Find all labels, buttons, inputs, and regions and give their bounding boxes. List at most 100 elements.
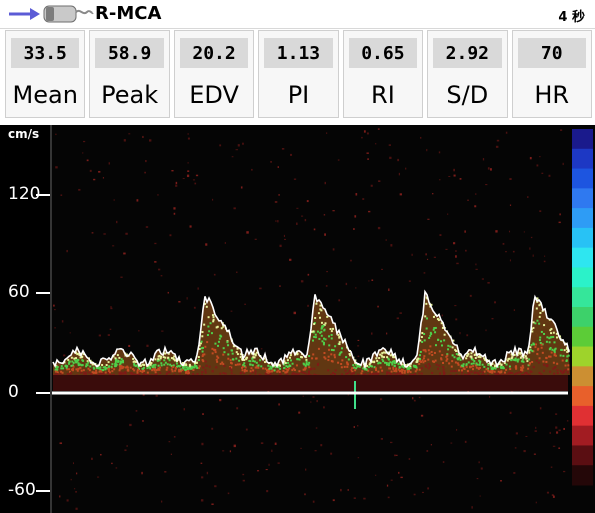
spectral-speck — [446, 358, 449, 361]
noise-speck — [505, 251, 507, 253]
noise-speck — [86, 159, 89, 162]
spectral-speck — [423, 339, 426, 342]
spectral-speck — [451, 354, 454, 357]
spectral-speck — [115, 363, 118, 366]
spectral-speck — [508, 357, 511, 360]
noise-speck — [366, 132, 369, 135]
spectral-speck — [226, 341, 229, 344]
noise-speck — [509, 259, 511, 262]
spectral-speck — [423, 355, 426, 358]
spectral-speck — [340, 362, 343, 365]
spectral-speck — [440, 344, 443, 347]
noise-speck — [201, 476, 204, 479]
spectral-speck — [418, 354, 421, 357]
spectral-speck — [171, 370, 174, 373]
spectral-speck — [419, 359, 422, 362]
spectral-speck — [536, 352, 539, 355]
spectral-speck — [531, 360, 534, 363]
spectral-speck — [332, 349, 335, 352]
spectral-speck — [483, 357, 486, 360]
noise-speck — [352, 228, 355, 230]
noise-speck — [487, 282, 490, 284]
spectral-speck — [532, 321, 535, 324]
spectral-speck — [477, 367, 480, 370]
spectral-speck — [259, 359, 262, 362]
noise-speck — [412, 397, 414, 400]
spectral-speck — [324, 338, 327, 341]
noise-speck — [242, 473, 245, 476]
noise-speck — [465, 249, 467, 252]
spectral-speck — [393, 370, 396, 373]
noise-speck — [546, 491, 550, 494]
noise-speck — [111, 462, 113, 465]
spectral-speck — [448, 362, 451, 365]
spectral-speck — [288, 364, 291, 367]
spectral-speck — [62, 367, 65, 370]
spectral-speck — [465, 363, 468, 366]
noise-speck — [242, 479, 245, 482]
spectral-speck — [331, 327, 334, 330]
spectral-speck — [415, 366, 418, 369]
noise-speck — [353, 497, 356, 499]
spectral-speck — [463, 368, 466, 371]
noise-speck — [535, 501, 537, 504]
noise-speck — [474, 205, 477, 208]
spectral-speck — [241, 365, 244, 368]
spectral-speck — [75, 357, 78, 360]
spectral-speck — [104, 368, 107, 371]
noise-speck — [213, 273, 216, 276]
spectral-speck — [75, 368, 78, 371]
spectral-speck — [328, 335, 331, 338]
spectral-speck — [290, 359, 293, 362]
noise-speck — [277, 220, 279, 223]
spectral-speck — [556, 369, 559, 372]
noise-speck — [93, 178, 96, 181]
spectral-speck — [312, 353, 315, 356]
spectral-speck — [201, 335, 204, 338]
noise-speck — [316, 399, 318, 403]
spectral-speck — [549, 336, 552, 339]
metric-edv: 20.2 EDV — [173, 30, 255, 118]
spectral-speck — [320, 327, 323, 330]
noise-speck — [455, 318, 458, 321]
noise-speck — [543, 260, 546, 263]
spectral-speck — [531, 350, 534, 353]
noise-speck — [175, 184, 178, 187]
spectral-speck — [136, 371, 139, 374]
noise-speck — [375, 143, 377, 145]
spectral-speck — [431, 353, 434, 356]
noise-speck — [275, 220, 277, 222]
spectral-speck — [227, 357, 230, 360]
noise-speck — [63, 354, 66, 357]
spectral-speck — [298, 358, 301, 361]
spectral-speck — [453, 356, 456, 359]
spectral-speck — [239, 372, 242, 375]
noise-speck — [123, 252, 126, 255]
spectral-speck — [168, 371, 171, 374]
spectral-speck — [470, 352, 473, 355]
spectral-speck — [562, 354, 565, 357]
noise-speck — [453, 242, 456, 245]
spectral-speck — [508, 365, 511, 368]
spectral-speck — [519, 352, 522, 355]
spectral-speck — [175, 362, 178, 365]
spectral-speck — [479, 370, 482, 373]
spectral-speck — [367, 366, 370, 369]
noise-speck — [245, 428, 248, 431]
noise-speck — [385, 239, 387, 241]
spectral-speck — [497, 372, 500, 375]
spectral-speck — [320, 321, 323, 324]
spectral-speck — [287, 361, 290, 364]
spectral-speck — [95, 369, 98, 372]
spectral-speck — [283, 366, 286, 369]
spectral-speck — [565, 359, 568, 362]
noise-speck — [145, 226, 149, 228]
noise-speck — [552, 495, 555, 498]
noise-speck — [98, 334, 102, 337]
spectral-speck — [312, 339, 315, 342]
spectral-speck — [330, 348, 333, 351]
spectral-speck — [460, 369, 463, 372]
spectral-speck — [386, 356, 389, 359]
spectral-speck — [184, 363, 187, 366]
spectral-speck — [321, 340, 324, 343]
